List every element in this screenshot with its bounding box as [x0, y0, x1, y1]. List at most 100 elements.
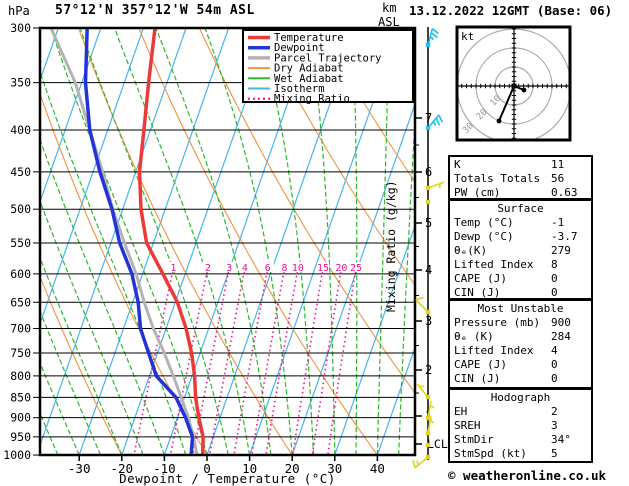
hodograph-ring-label: 30 — [461, 121, 476, 136]
row-label: Pressure (mb) — [454, 316, 541, 329]
row-value: 0 — [551, 286, 558, 299]
hodograph-table: Hodograph EH 2 SREH 3 StmDir 34° StmSpd (kt) 5 — [448, 388, 593, 463]
pressure-tick-label: 450 — [10, 165, 31, 179]
mixing-ratio-line — [265, 261, 300, 455]
hodograph-table-row: StmSpd (kt) 5 — [450, 447, 591, 461]
most-unstable-table-row: θₑ (K) 284 — [450, 330, 591, 344]
hodograph-table-row: SREH 3 — [450, 419, 591, 433]
pressure-tick-label: 1000 — [3, 448, 31, 462]
hodograph-ring-label: 10 — [489, 94, 504, 109]
mixing-ratio-line — [327, 261, 358, 455]
mixing-ratio-value: 25 — [350, 263, 362, 274]
pressure-tick-label: 500 — [10, 202, 31, 216]
pressure-tick-label: 650 — [10, 295, 31, 309]
row-label: θₑ (K) — [454, 330, 494, 343]
most-unstable-table-row: Lifted Index 4 — [450, 344, 591, 358]
row-label: StmDir — [454, 433, 494, 446]
hodograph-table-row: StmDir 34° — [450, 433, 591, 447]
row-label: K — [454, 158, 461, 171]
mixing-ratio-value: 10 — [292, 263, 304, 274]
hodograph-ring-label: 20 — [475, 108, 490, 123]
row-value: -3.7 — [551, 230, 578, 243]
row-label: EH — [454, 405, 468, 418]
legend: TemperatureDewpointParcel TrajectoryDry … — [242, 29, 414, 105]
row-label: CAPE (J) — [454, 358, 507, 371]
row-value: 5 — [551, 447, 558, 460]
legend-label: Mixing Ratio — [274, 93, 350, 105]
row-value: 11 — [551, 158, 565, 171]
surface-table-title: Surface — [497, 202, 544, 215]
surface-table-row: Lifted Index 8 — [450, 258, 591, 272]
mixing-ratio-value: 2 — [205, 263, 211, 274]
mixing-ratio-line — [292, 261, 325, 455]
stability-indices-table-row: Totals Totals 56 — [450, 172, 591, 186]
row-value: 900 — [551, 316, 571, 329]
row-label: Lifted Index — [454, 344, 534, 357]
mixing-ratio-value: 3 — [226, 263, 232, 274]
most-unstable-table-row: CAPE (J) 0 — [450, 358, 591, 372]
surface-table-row: CAPE (J) 0 — [450, 272, 591, 286]
hodograph-table-title: Hodograph — [490, 391, 551, 404]
row-value: -1 — [551, 216, 565, 229]
row-label: StmSpd (kt) — [454, 447, 527, 460]
surface-table-row: Dewp (°C) -3.7 — [450, 230, 591, 244]
row-label: CIN (J) — [454, 372, 501, 385]
row-label: PW (cm) — [454, 186, 501, 199]
pressure-tick-label: 400 — [10, 123, 31, 137]
row-value: 4 — [551, 344, 558, 357]
row-label: Dewp (°C) — [454, 230, 514, 243]
row-label: θₑ(K) — [454, 244, 488, 257]
row-label: CAPE (J) — [454, 272, 507, 285]
row-value: 0.63 — [551, 186, 578, 199]
pressure-tick-label: 600 — [10, 267, 31, 281]
pressure-tick-label: 950 — [10, 430, 31, 444]
surface-table-row: θₑ(K) 279 — [450, 244, 591, 258]
skewt-sounding-page: hPa 57°12'N 357°12'W 54m ASL km ASL 13.1… — [0, 0, 629, 486]
mixing-ratio-value: 4 — [242, 263, 248, 274]
row-label: SREH — [454, 419, 481, 432]
pressure-tick-label: 700 — [10, 322, 31, 336]
row-value: 0 — [551, 272, 558, 285]
wet-adiabat-line — [40, 69, 187, 455]
mixing-ratio-value: 20 — [335, 263, 347, 274]
pressure-tick-label: 800 — [10, 369, 31, 383]
row-value: 34° — [551, 433, 571, 446]
mixing-ratio-value: 8 — [282, 263, 288, 274]
most-unstable-table-row: Pressure (mb) 900 — [450, 316, 591, 330]
mixing-ratio-line — [251, 261, 287, 455]
mixing-ratio-value: 6 — [265, 263, 271, 274]
mixing-ratio-line — [233, 261, 270, 455]
wind-barb — [425, 442, 431, 448]
credit-text: © weatheronline.co.uk — [448, 468, 607, 483]
row-value: 284 — [551, 330, 571, 343]
row-label: Totals Totals — [454, 172, 541, 185]
mixing-ratio-line — [311, 261, 344, 455]
surface-table-row: Temp (°C) -1 — [450, 216, 591, 230]
pressure-tick-label: 550 — [10, 236, 31, 250]
hodograph-unit-label: kt — [461, 30, 474, 43]
mixing-ratio-value: 1 — [170, 263, 176, 274]
pressure-tick-label: 300 — [10, 21, 31, 35]
most-unstable-table-title: Most Unstable — [477, 302, 564, 315]
wind-barb-column — [412, 27, 445, 469]
pressure-tick-label: 900 — [10, 411, 31, 425]
pressure-tick-label: 750 — [10, 346, 31, 360]
row-value: 56 — [551, 172, 565, 185]
mixing-ratio-value: 15 — [317, 263, 329, 274]
altitude-axis: 7654321LCL — [415, 111, 448, 451]
stability-indices-table-row: K 11 — [450, 158, 591, 172]
isotherm-line — [40, 28, 187, 448]
wind-barb — [425, 199, 431, 205]
row-value: 279 — [551, 244, 571, 257]
most-unstable-table: Most Unstable Pressure (mb) 900 θₑ (K) 284 Li… — [448, 299, 593, 389]
surface-table: Surface Temp (°C) -1 Dewp (°C) -3.7 θₑ(K) 279 L… — [448, 199, 593, 300]
temperature-axis-label: Dewpoint / Temperature (°C) — [119, 471, 336, 486]
hodograph: 102030 kt — [455, 25, 572, 142]
hodograph-table-row: EH 2 — [450, 405, 591, 419]
row-value: 0 — [551, 358, 558, 371]
isotherm-line — [78, 28, 230, 455]
wind-barb — [412, 454, 431, 469]
row-label: Temp (°C) — [454, 216, 514, 229]
row-value: 0 — [551, 372, 558, 385]
mixing-ratio-axis-label: Mixing Ratio (g/kg) — [384, 180, 398, 312]
